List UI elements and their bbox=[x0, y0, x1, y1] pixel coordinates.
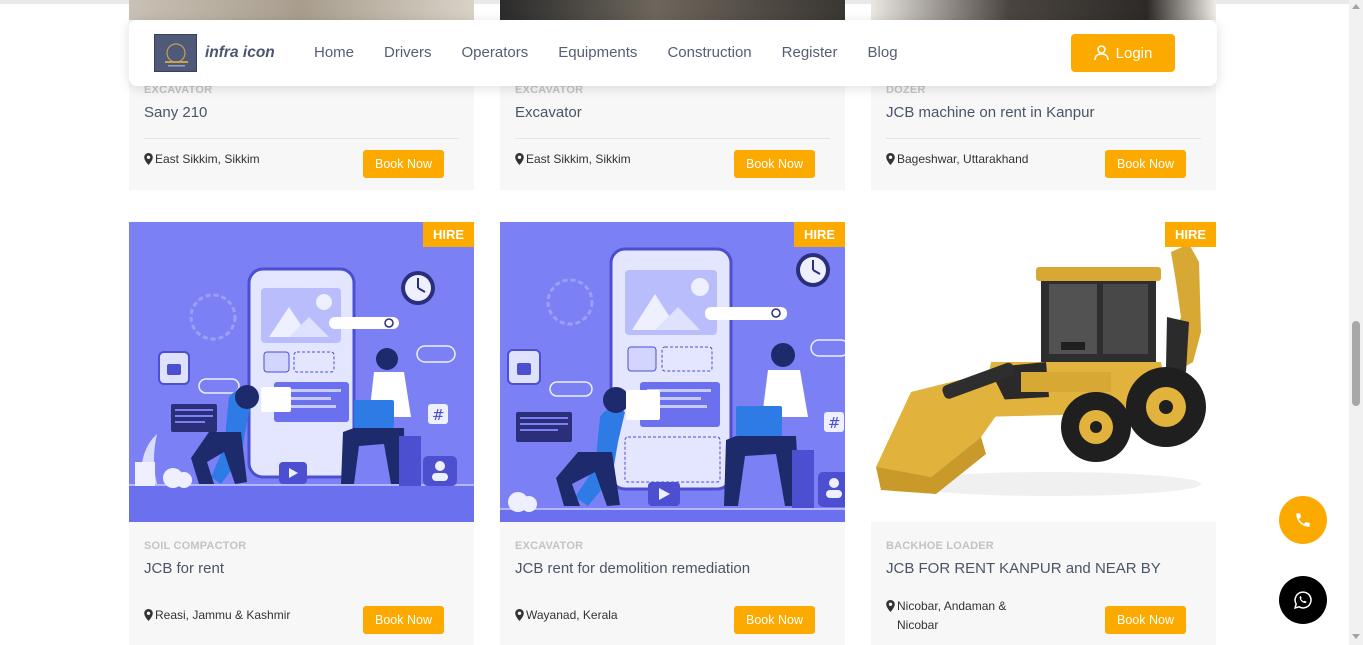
app-development-illustration: # bbox=[129, 222, 474, 522]
map-pin-icon bbox=[515, 609, 524, 621]
card-location: East Sikkim, Sikkim bbox=[144, 150, 314, 169]
brand-name[interactable]: infra icon bbox=[205, 44, 275, 62]
book-now-button[interactable]: Book Now bbox=[1105, 150, 1186, 178]
location-text: Wayanad, Kerala bbox=[526, 608, 618, 622]
card-location: Reasi, Jammu & Kashmir bbox=[144, 606, 314, 625]
scrollbar-thumb[interactable] bbox=[1352, 321, 1360, 406]
call-button[interactable] bbox=[1279, 496, 1327, 544]
card-image[interactable] bbox=[500, 0, 845, 20]
site-logo[interactable] bbox=[154, 34, 197, 72]
card-category: EXCAVATOR bbox=[144, 84, 213, 96]
map-pin-icon bbox=[144, 153, 153, 165]
whatsapp-button[interactable] bbox=[1279, 576, 1327, 624]
card-image[interactable] bbox=[129, 0, 474, 20]
user-icon bbox=[1093, 45, 1109, 61]
card-category: BACKHOE LOADER bbox=[886, 540, 994, 552]
card-image[interactable]: HIRE bbox=[871, 222, 1216, 522]
card-location: East Sikkim, Sikkim bbox=[515, 150, 685, 169]
equipment-card: # HIRE EXCAVATOR JCB rent for demolition… bbox=[500, 222, 845, 645]
location-text: Reasi, Jammu & Kashmir bbox=[155, 608, 291, 622]
nav-construction[interactable]: Construction bbox=[667, 44, 751, 61]
card-title[interactable]: JCB machine on rent in Kanpur bbox=[886, 104, 1201, 124]
location-text: Nicobar, Andaman & Nicobar bbox=[897, 599, 1007, 632]
backhoe-loader-image bbox=[871, 222, 1216, 522]
map-pin-icon bbox=[515, 153, 524, 165]
equipment-card: # HIRE SOIL COMPACTOR JCB for rent Reasi… bbox=[129, 222, 474, 645]
top-navbar: infra icon Home Drivers Operators Equipm… bbox=[129, 20, 1217, 86]
card-image[interactable]: # HIRE bbox=[129, 222, 474, 522]
login-label: Login bbox=[1115, 44, 1153, 62]
scroll-down-arrow-icon[interactable] bbox=[1352, 634, 1360, 639]
map-pin-icon bbox=[886, 600, 895, 612]
card-image[interactable]: # HIRE bbox=[500, 222, 845, 522]
logo-emblem-icon bbox=[165, 43, 188, 67]
nav-register[interactable]: Register bbox=[782, 44, 838, 61]
card-title[interactable]: Excavator bbox=[515, 104, 830, 124]
location-text: East Sikkim, Sikkim bbox=[155, 152, 260, 166]
nav-operators[interactable]: Operators bbox=[462, 44, 529, 61]
equipment-card: HIRE BACKHOE LOADER JCB FOR RENT KANPUR … bbox=[871, 222, 1216, 645]
location-text: East Sikkim, Sikkim bbox=[526, 152, 631, 166]
app-development-illustration: # bbox=[500, 222, 845, 522]
card-title[interactable]: Sany 210 bbox=[144, 104, 459, 124]
whatsapp-icon bbox=[1294, 591, 1312, 609]
map-pin-icon bbox=[886, 153, 895, 165]
nav-blog[interactable]: Blog bbox=[868, 44, 898, 61]
card-title[interactable]: JCB FOR RENT KANPUR and NEAR BY bbox=[886, 560, 1201, 580]
card-category: SOIL COMPACTOR bbox=[144, 540, 247, 552]
card-location: Nicobar, Andaman & Nicobar bbox=[886, 597, 1026, 635]
card-category: EXCAVATOR bbox=[515, 84, 584, 96]
card-title[interactable]: JCB rent for demolition remediation bbox=[515, 560, 830, 580]
location-text: Bageshwar, Uttarakhand bbox=[897, 152, 1029, 166]
card-location: Bageshwar, Uttarakhand bbox=[886, 150, 1056, 169]
page: EXCAVATOR Sany 210 East Sikkim, Sikkim B… bbox=[0, 0, 1363, 645]
nav-home[interactable]: Home bbox=[314, 44, 354, 61]
phone-icon bbox=[1296, 513, 1310, 527]
card-category: EXCAVATOR bbox=[515, 540, 584, 552]
hire-badge: HIRE bbox=[423, 222, 474, 247]
scroll-up-arrow-icon[interactable] bbox=[1352, 4, 1360, 9]
hire-badge: HIRE bbox=[1165, 222, 1216, 247]
main-menu: Home Drivers Operators Equipments Constr… bbox=[314, 44, 928, 61]
nav-drivers[interactable]: Drivers bbox=[384, 44, 432, 61]
nav-equipments[interactable]: Equipments bbox=[558, 44, 637, 61]
card-location: Wayanad, Kerala bbox=[515, 606, 685, 625]
card-title[interactable]: JCB for rent bbox=[144, 560, 459, 580]
book-now-button[interactable]: Book Now bbox=[734, 606, 815, 634]
svg-text:#: # bbox=[432, 406, 445, 424]
map-pin-icon bbox=[144, 609, 153, 621]
card-category: DOZER bbox=[886, 84, 926, 96]
book-now-button[interactable]: Book Now bbox=[1105, 606, 1186, 634]
card-image[interactable] bbox=[871, 0, 1216, 20]
svg-text:#: # bbox=[828, 414, 841, 432]
login-button[interactable]: Login bbox=[1071, 34, 1175, 72]
book-now-button[interactable]: Book Now bbox=[363, 150, 444, 178]
book-now-button[interactable]: Book Now bbox=[363, 606, 444, 634]
hire-badge: HIRE bbox=[794, 222, 845, 247]
book-now-button[interactable]: Book Now bbox=[734, 150, 815, 178]
